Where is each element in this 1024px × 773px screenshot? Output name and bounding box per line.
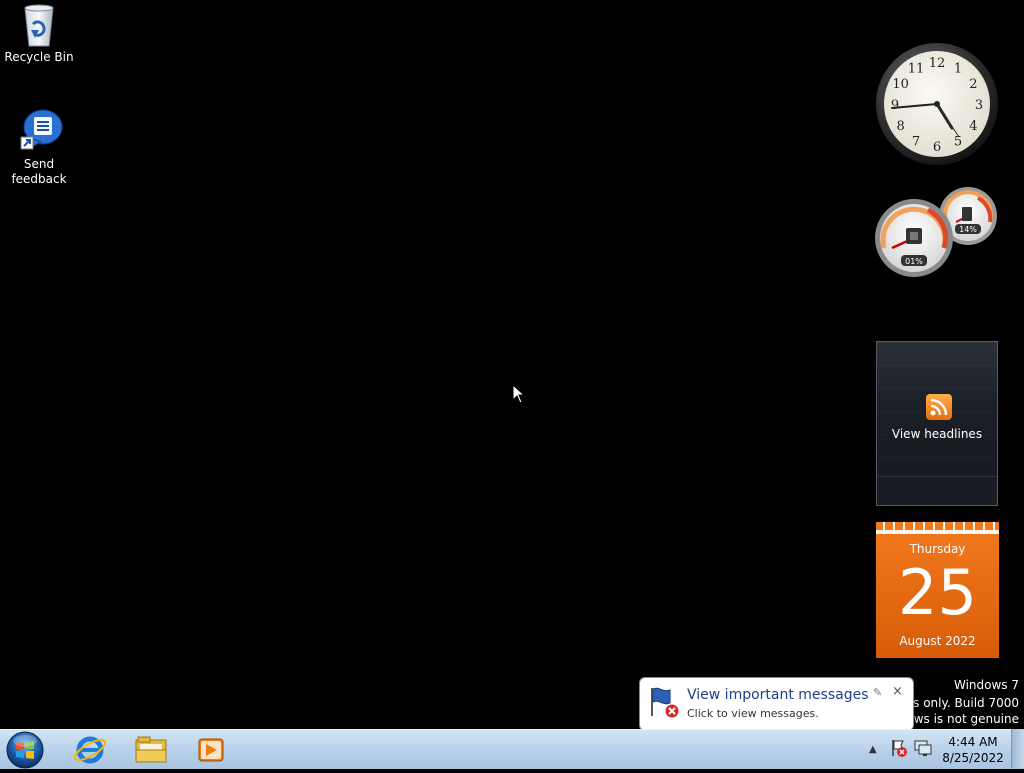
- rss-feed-icon: [926, 394, 952, 420]
- recycle-bin-icon: [24, 4, 54, 47]
- clock-numeral: 2: [969, 77, 977, 92]
- watermark-line-3: dows is not genuine: [898, 712, 1019, 726]
- clock-gadget[interactable]: 12 1 2 3 4 5 6 7 8 9 10 11: [875, 42, 999, 166]
- clock-numeral: 10: [892, 77, 909, 92]
- balloon-title[interactable]: View important messages: [687, 687, 869, 703]
- media-player-taskbar-button[interactable]: [184, 732, 238, 767]
- analog-clock-face: 12 12 3 45678 9 1011: [876, 43, 998, 165]
- cpu-percent-text: 01%: [905, 257, 923, 266]
- notification-balloon[interactable]: View important messages Click to view me…: [639, 677, 914, 741]
- feedback-icon: [20, 109, 63, 151]
- clock-numeral: 8: [896, 119, 904, 134]
- clock-numeral: 5: [954, 134, 962, 149]
- close-balloon-button[interactable]: ×: [892, 684, 903, 699]
- taskbar-clock[interactable]: 4:44 AM 8/25/2022: [940, 734, 1006, 766]
- memory-percent-text: 14%: [959, 225, 977, 234]
- action-center-tray-icon[interactable]: [889, 738, 909, 758]
- windows-explorer-taskbar-button[interactable]: [124, 732, 178, 767]
- clock-numeral: 9: [891, 98, 899, 113]
- taskbar-time: 4:44 AM: [948, 735, 998, 749]
- clock-numeral: 7: [912, 134, 920, 149]
- action-center-flag-icon: [651, 687, 680, 719]
- cpu-gauge: 01%: [875, 199, 953, 277]
- show-hidden-icons-button[interactable]: ▲: [869, 744, 877, 755]
- calendar-month-year: August 2022: [899, 634, 976, 648]
- send-feedback-shortcut[interactable]: Send feedback: [0, 107, 78, 187]
- recycle-bin-shortcut[interactable]: Recycle Bin: [0, 2, 78, 65]
- folder-icon: [135, 736, 167, 763]
- media-player-icon: [198, 738, 224, 762]
- start-button[interactable]: [6, 731, 44, 769]
- pin-icon[interactable]: ✎: [873, 686, 882, 699]
- send-feedback-label: Send feedback: [11, 157, 67, 186]
- calendar-date: 25: [898, 556, 977, 629]
- internet-explorer-taskbar-button[interactable]: [63, 732, 117, 767]
- clock-numeral: 12: [929, 56, 946, 71]
- show-desktop-button[interactable]: [1011, 729, 1024, 768]
- network-tray-icon[interactable]: [913, 738, 933, 758]
- clock-numeral: 1: [954, 62, 962, 77]
- feed-headlines-gadget[interactable]: View headlines: [876, 341, 998, 506]
- watermark-line-1: Windows 7: [953, 678, 1019, 692]
- calendar-weekday: Thursday: [909, 542, 966, 556]
- calendar-gadget[interactable]: Thursday 25 August 2022: [876, 522, 999, 658]
- view-headlines-link[interactable]: View headlines: [877, 427, 997, 441]
- taskbar-date: 8/25/2022: [942, 751, 1004, 765]
- cpu-meter-gadget[interactable]: 14% 01%: [874, 186, 1000, 278]
- clock-numeral: 11: [908, 62, 925, 77]
- balloon-body: Click to view messages.: [687, 707, 819, 720]
- mouse-cursor: [512, 384, 526, 404]
- clock-numeral: 4: [969, 119, 977, 134]
- windows-orb-icon: [6, 731, 44, 769]
- clock-numeral: 6: [933, 140, 941, 155]
- calendar-rings: [879, 522, 996, 534]
- recycle-bin-label: Recycle Bin: [4, 50, 74, 64]
- clock-numeral: 3: [975, 98, 983, 113]
- internet-explorer-icon: [73, 736, 107, 764]
